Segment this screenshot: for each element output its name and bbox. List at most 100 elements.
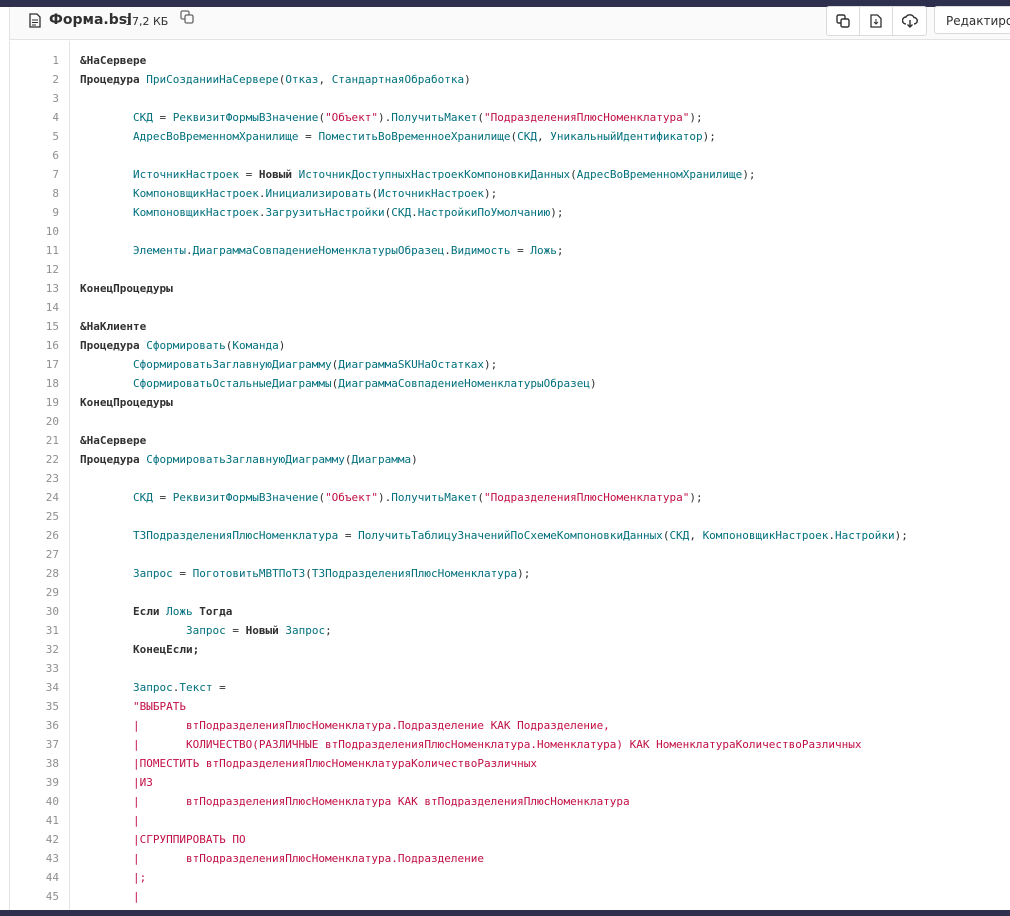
line-number[interactable]: 10 [19, 222, 59, 241]
code-token: = [172, 567, 193, 580]
file-actions-group [826, 6, 927, 36]
line-number[interactable]: 22 [19, 450, 59, 469]
line-number[interactable]: 43 [19, 849, 59, 868]
line-number[interactable]: 39 [19, 773, 59, 792]
code-token: ПолучитьМакет [391, 111, 478, 124]
line-number[interactable]: 23 [19, 469, 59, 488]
code-line: ИсточникНастроек = Новый ИсточникДоступн… [80, 165, 756, 184]
code-token: Процедура [80, 73, 140, 86]
line-number[interactable]: 12 [19, 260, 59, 279]
code-viewer: 1 2 3 4 5 6 7 8 9 10 11 12 13 14 15 16 17 18 19 20 21 22 23 24 2… [9, 41, 1010, 916]
file-size: 17,2 КБ [125, 15, 169, 28]
line-number[interactable]: 6 [19, 146, 59, 165]
line-number[interactable]: 24 [19, 488, 59, 507]
code-token: СКД [669, 529, 690, 542]
line-number[interactable]: 18 [19, 374, 59, 393]
line-number[interactable]: 15 [19, 317, 59, 336]
code-token: | втПодразделенияПлюсНоменклатура.Подраз… [132, 719, 610, 732]
line-number[interactable]: 37 [19, 735, 59, 754]
code-line: Запрос = Новый Запрос; [80, 621, 332, 640]
line-number[interactable]: 34 [19, 678, 59, 697]
line-number[interactable]: 7 [19, 165, 59, 184]
line-number[interactable]: 8 [19, 184, 59, 203]
download-button[interactable] [893, 7, 926, 35]
edit-button[interactable]: Редактировать [934, 6, 1010, 34]
line-number[interactable]: 25 [19, 507, 59, 526]
line-number[interactable]: 19 [19, 393, 59, 412]
line-number[interactable]: 27 [19, 545, 59, 564]
line-numbers-gutter: 1 2 3 4 5 6 7 8 9 10 11 12 13 14 15 16 17 18 19 20 21 22 23 24 2… [10, 41, 70, 916]
code-token: . [185, 244, 193, 257]
code-token: ; [325, 624, 332, 637]
code-token: ЗагрузитьНастройки [265, 206, 385, 219]
code-token: Процедура [80, 339, 140, 352]
line-number[interactable]: 32 [19, 640, 59, 659]
code-token: ); [689, 491, 703, 504]
line-number[interactable]: 40 [19, 792, 59, 811]
line-number[interactable]: 14 [19, 298, 59, 317]
line-number[interactable]: 20 [19, 412, 59, 431]
code-line: &НаКлиенте [80, 317, 146, 336]
code-token: Запрос [185, 624, 226, 637]
code-line: | втПодразделенияПлюсНоменклатура.Подраз… [80, 716, 610, 735]
line-number[interactable]: 1 [19, 51, 59, 70]
code-token: ); [484, 358, 498, 371]
line-number[interactable]: 9 [19, 203, 59, 222]
code-token: СтандартнаяОбработка [331, 73, 465, 86]
code-line: Элементы.ДиаграммаСовпадениеНоменклатуры… [80, 241, 564, 260]
code-line: | втПодразделенияПлюсНоменклатура КАК вт… [80, 792, 630, 811]
code-line: СКД = РеквизитФормыВЗначение("Объект").П… [80, 108, 703, 127]
line-number[interactable]: 33 [19, 659, 59, 678]
line-number[interactable]: 30 [19, 602, 59, 621]
code-token: Если [132, 605, 160, 618]
code-token: | втПодразделенияПлюсНоменклатура.Подраз… [132, 852, 484, 865]
code-token: Текст [179, 681, 213, 694]
line-number[interactable]: 5 [19, 127, 59, 146]
code-line: КонецПроцедуры [80, 279, 173, 298]
line-number[interactable]: 13 [19, 279, 59, 298]
code-line: Процедура ПриСозданииНаСервере(Отказ, Ст… [80, 70, 471, 89]
code-token: СКД [132, 491, 153, 504]
code-line: КонецПроцедуры [80, 393, 173, 412]
line-number[interactable]: 36 [19, 716, 59, 735]
line-number[interactable]: 2 [19, 70, 59, 89]
line-number[interactable]: 16 [19, 336, 59, 355]
code-token: "ПодразделенияПлюсНоменклатура" [484, 111, 690, 124]
line-number[interactable]: 44 [19, 868, 59, 887]
line-number[interactable]: 29 [19, 583, 59, 602]
line-number[interactable]: 21 [19, 431, 59, 450]
code-line: СформироватьОстальныеДиаграммы(Диаграмма… [80, 374, 597, 393]
line-number[interactable]: 35 [19, 697, 59, 716]
code-token: . [411, 206, 418, 219]
code-line: |; [80, 868, 146, 887]
open-raw-button[interactable] [860, 7, 893, 35]
code-token: = [298, 130, 319, 143]
code-token: |ИЗ [132, 776, 153, 789]
line-number[interactable]: 3 [19, 89, 59, 108]
code-token: &НаСервере [80, 434, 147, 447]
code-line: |ПОМЕСТИТЬ втПодразделенияПлюсНоменклату… [80, 754, 537, 773]
line-number[interactable]: 28 [19, 564, 59, 583]
line-number[interactable]: 31 [19, 621, 59, 640]
line-number[interactable]: 45 [19, 887, 59, 906]
line-number[interactable]: 42 [19, 830, 59, 849]
line-number[interactable]: 4 [19, 108, 59, 127]
line-number[interactable]: 11 [19, 241, 59, 260]
line-number[interactable]: 26 [19, 526, 59, 545]
code-token: ) [411, 453, 418, 466]
line-number[interactable]: 38 [19, 754, 59, 773]
line-number[interactable]: 41 [19, 811, 59, 830]
code-token: = [510, 244, 531, 257]
line-number[interactable]: 17 [19, 355, 59, 374]
copy-path-icon[interactable] [180, 10, 194, 24]
code-token: ПолучитьМакет [391, 491, 478, 504]
copy-source-button[interactable] [827, 7, 860, 35]
